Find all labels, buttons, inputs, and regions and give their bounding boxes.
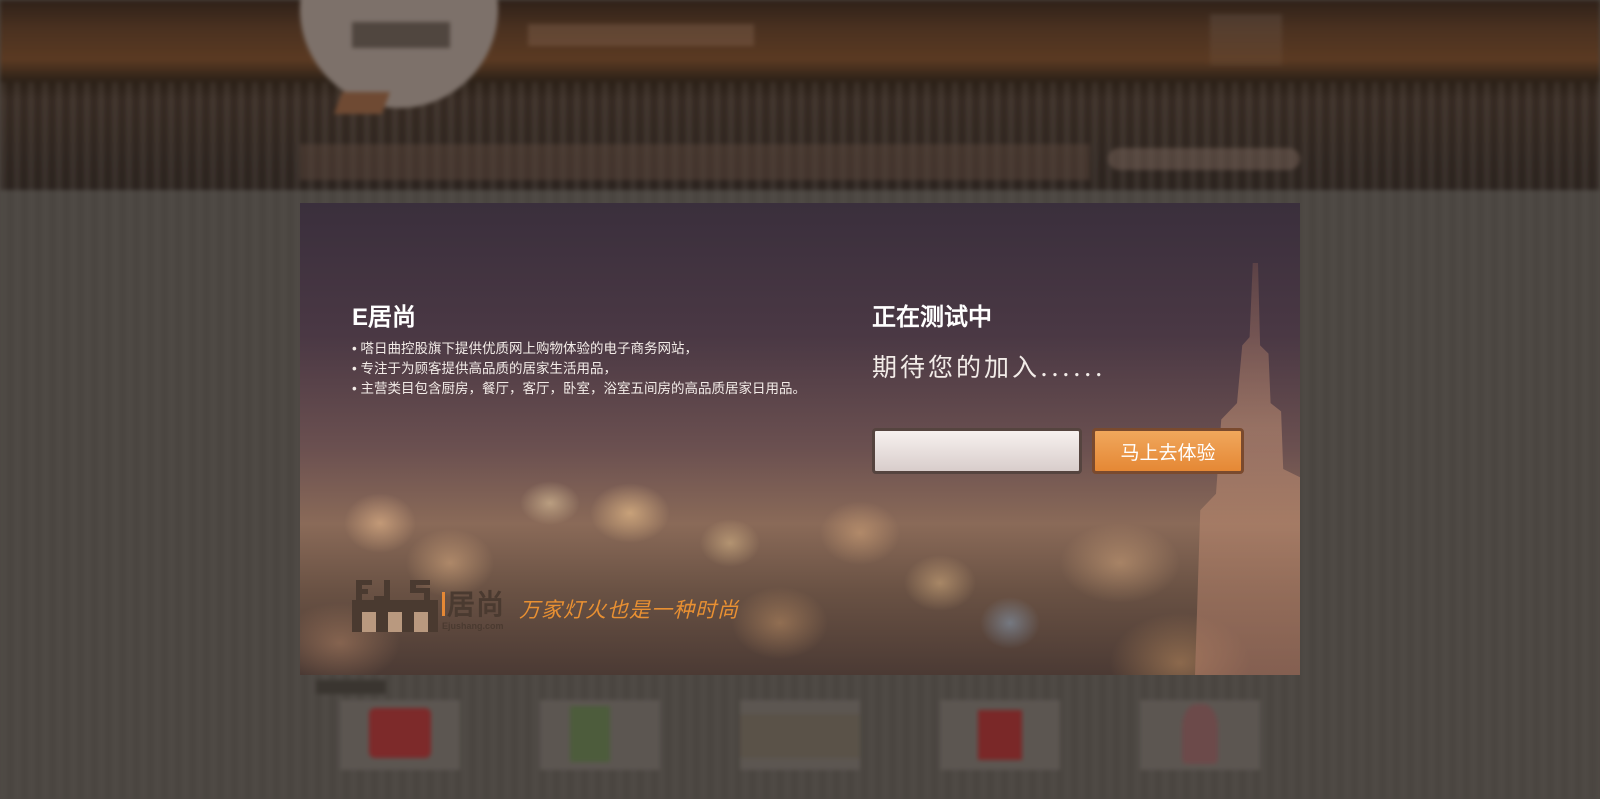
intro-item: 主营类目包含厨房，餐厅，客厅，卧室，浴室五间房的高品质居家日用品。	[352, 379, 806, 399]
background-slogan	[528, 24, 754, 46]
brand-intro: E居尚 嗒日曲控股旗下提供优质网上购物体验的电子商务网站， 专注于为顾客提供高品…	[352, 303, 806, 399]
logo-slogan: 万家灯火也是一种时尚	[519, 598, 740, 622]
background-brand-strip	[300, 700, 1300, 799]
logo-name: 居尚	[442, 590, 505, 620]
background-brand-logo	[340, 700, 460, 770]
background-brand-logo	[940, 700, 1060, 770]
background-brand-logo	[540, 700, 660, 770]
email-input[interactable]	[872, 428, 1082, 474]
logo-text: 居尚 Ejushang.com	[442, 590, 505, 632]
background-brand-logo	[740, 700, 860, 770]
background-search-box	[1108, 148, 1300, 170]
brand-title: E居尚	[352, 304, 417, 331]
background-nav-bar	[300, 144, 1090, 180]
logo-url: Ejushang.com	[442, 621, 504, 631]
ejs-logo-mark-icon	[352, 580, 438, 632]
intro-list: 嗒日曲控股旗下提供优质网上购物体验的电子商务网站， 专注于为顾客提供高品质的居家…	[352, 339, 806, 399]
signup-form: 马上去体验	[872, 428, 1244, 474]
background-top-links	[1210, 14, 1282, 66]
background-logo-ribbon	[333, 92, 391, 114]
intro-item: 专注于为顾客提供高品质的居家生活用品，	[352, 359, 806, 379]
background-logo	[352, 22, 450, 48]
try-now-button[interactable]: 马上去体验	[1092, 428, 1244, 474]
background-brand-logo	[1140, 700, 1260, 770]
status-title: 正在测试中	[872, 304, 992, 331]
tagline: 期待您的加入......	[872, 353, 1106, 382]
ejs-logo: 居尚 Ejushang.com 万家灯火也是一种时尚	[352, 576, 739, 632]
status-panel: 正在测试中 期待您的加入......	[872, 303, 1106, 385]
background-section-label	[316, 680, 386, 694]
beta-signup-modal: E居尚 嗒日曲控股旗下提供优质网上购物体验的电子商务网站， 专注于为顾客提供高品…	[300, 203, 1300, 675]
intro-item: 嗒日曲控股旗下提供优质网上购物体验的电子商务网站，	[352, 339, 806, 359]
